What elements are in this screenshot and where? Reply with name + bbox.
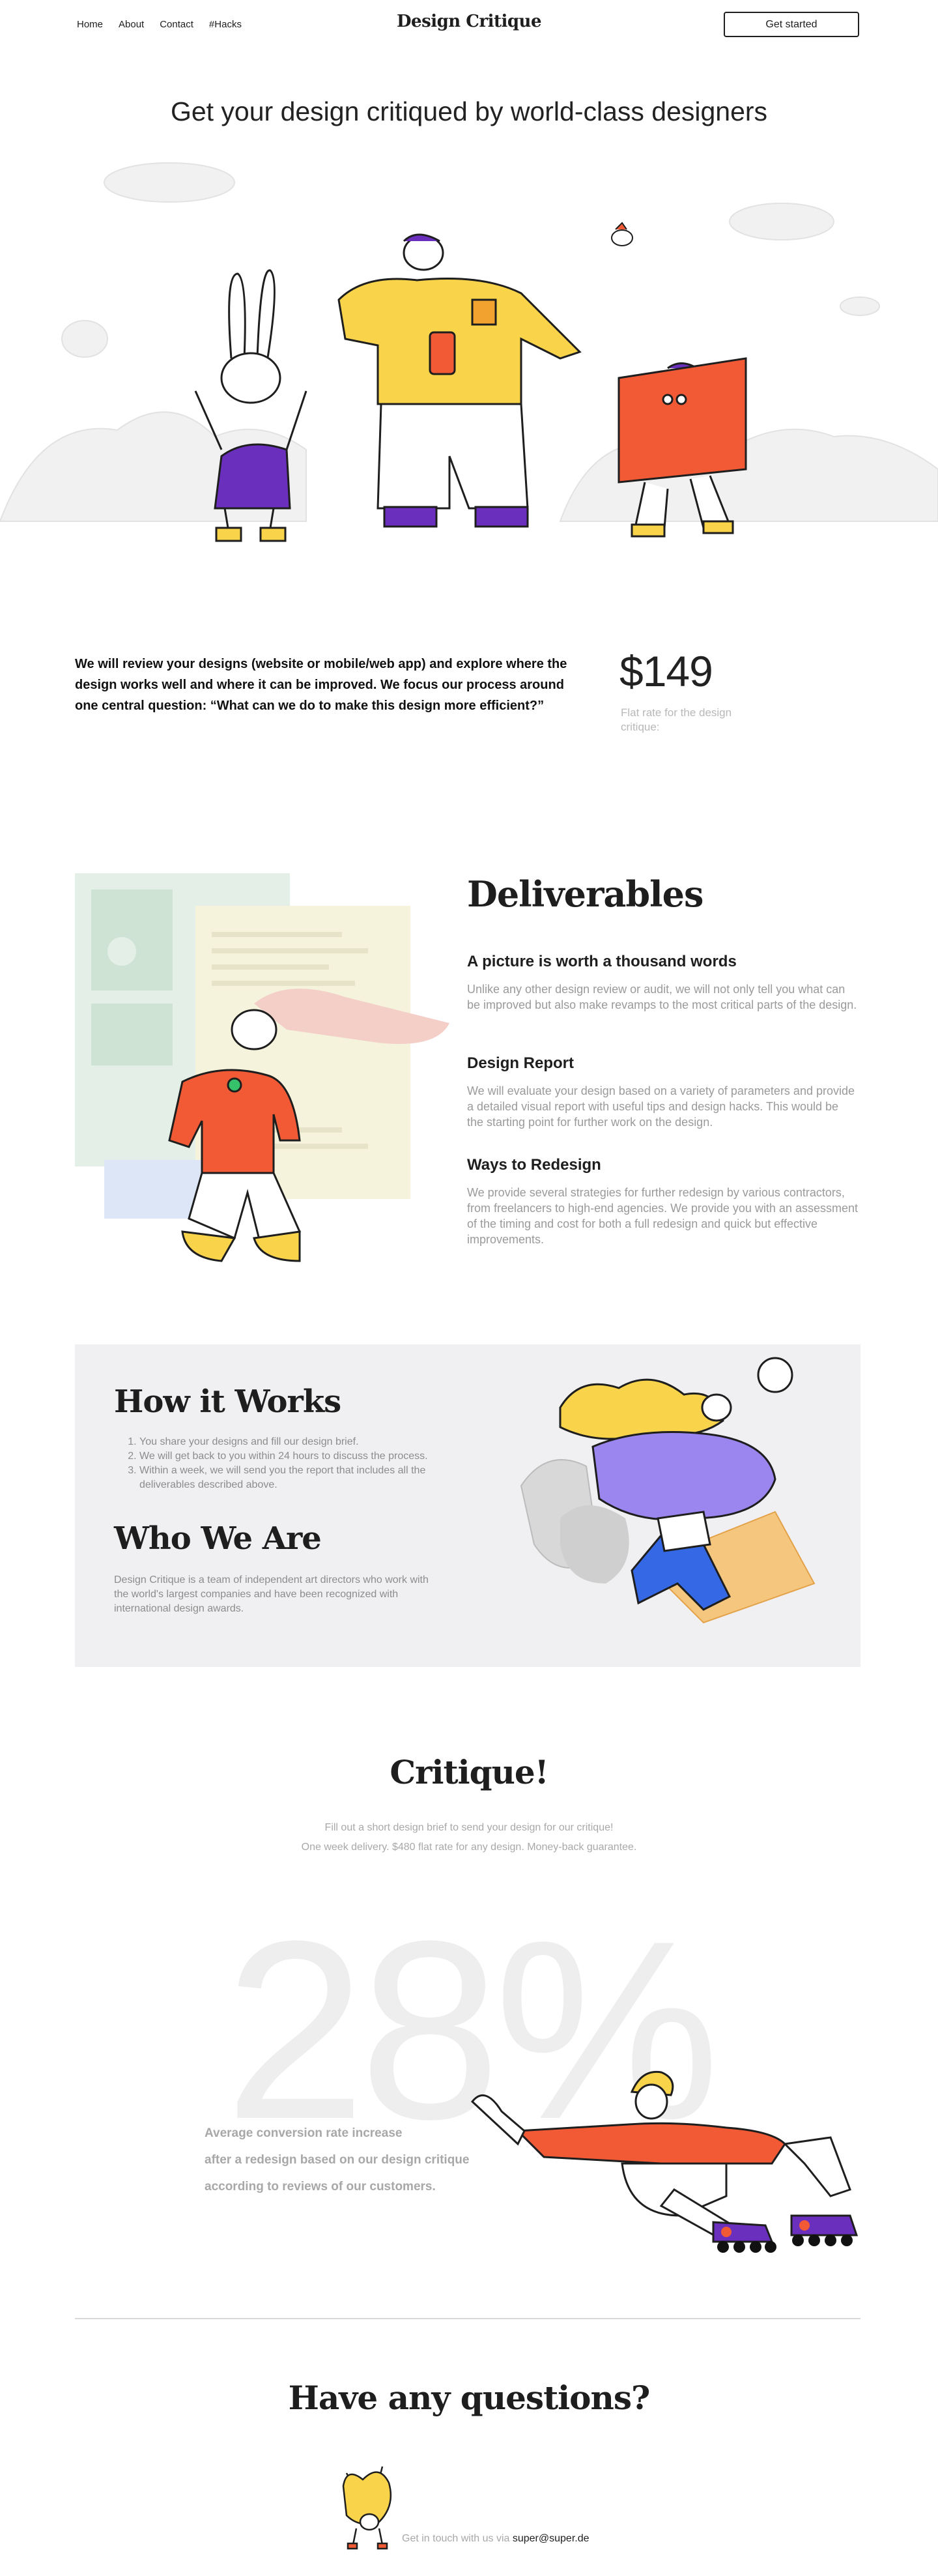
contact-email-link[interactable]: super@super.de <box>513 2533 590 2544</box>
stat-line: according to reviews of our customers. <box>205 2180 436 2193</box>
deliverable-title: A picture is worth a thousand words <box>467 953 737 970</box>
how-step: We will get back to you within 24 hours … <box>139 1449 431 1464</box>
how-steps-list: You share your designs and fill our desi… <box>125 1435 431 1492</box>
deliverable-text: We provide several strategies for furthe… <box>467 1186 858 1246</box>
get-started-button[interactable]: Get started <box>724 12 859 37</box>
how-it-works-illustration <box>520 1357 816 1624</box>
deliverable-item: A picture is worth a thousand words Unli… <box>467 953 858 1013</box>
deliverable-item: Ways to Redesign We provide several stra… <box>467 1156 858 1247</box>
deliverables-illustration <box>75 873 449 1262</box>
critique-line: Fill out a short design brief to send yo… <box>324 1822 614 1833</box>
section-divider <box>75 2318 860 2319</box>
how-it-works-title: How it Works <box>114 1383 341 1420</box>
contact-prefix: Get in touch with us via <box>402 2533 513 2544</box>
yellow-shirt-character <box>337 233 582 528</box>
hero-title: Get your design critiqued by world-class… <box>170 96 768 126</box>
how-step: Within a week, we will send you the repo… <box>139 1464 431 1492</box>
deliverables-title: Deliverables <box>467 873 704 915</box>
critique-line: One week delivery. $480 flat rate for an… <box>301 1842 637 1853</box>
service-pitch: We will review your designs (website or … <box>75 657 567 713</box>
critique-title: Critique! <box>390 1753 548 1791</box>
deliverable-item: Design Report We will evaluate your desi… <box>467 1054 858 1130</box>
who-we-are-title: Who We Are <box>114 1520 322 1557</box>
deliverable-text: Unlike any other design review or audit,… <box>467 983 857 1011</box>
questions-title: Have any questions? <box>288 2379 651 2417</box>
deliverable-title: Design Report <box>467 1054 575 1072</box>
stat-line: after a redesign based on our design cri… <box>205 2153 470 2167</box>
who-we-are-text: Design Critique is a team of independent… <box>114 1574 429 1614</box>
contact-line: Get in touch with us via super@super.de <box>402 2533 590 2545</box>
stat-line: Average conversion rate increase <box>205 2126 403 2140</box>
bird-character <box>611 222 633 246</box>
skating-character-illustration <box>470 2070 859 2253</box>
hero-illustration <box>0 162 938 542</box>
conversion-stat-text: Average conversion rate increase after a… <box>205 2120 511 2200</box>
deliverable-title: Ways to Redesign <box>467 1156 601 1174</box>
top-nav: Home About Contact #Hacks Design Critiqu… <box>0 0 938 49</box>
bunny-mascot-illustration <box>342 2466 392 2550</box>
how-step: You share your designs and fill our desi… <box>139 1435 431 1449</box>
deliverable-text: We will evaluate your design based on a … <box>467 1084 855 1129</box>
price: $149 <box>619 647 713 695</box>
price-note: Flat rate for the design critique: <box>621 706 732 733</box>
